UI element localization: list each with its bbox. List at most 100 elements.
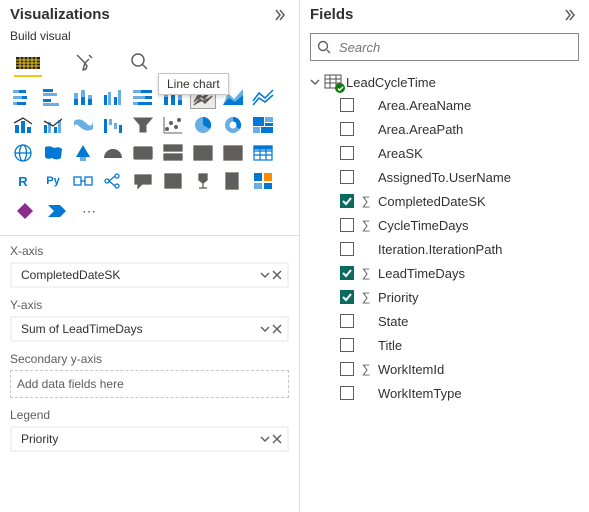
chevron-down-icon[interactable] [260, 434, 270, 444]
field-name: CompletedDateSK [378, 194, 486, 209]
remove-yaxis-icon[interactable] [272, 324, 282, 334]
field-row[interactable]: State [310, 309, 579, 333]
field-checkbox[interactable] [340, 266, 354, 280]
field-checkbox[interactable] [340, 242, 354, 256]
field-checkbox[interactable] [340, 290, 354, 304]
field-checkbox[interactable] [340, 386, 354, 400]
field-row[interactable]: Area.AreaName [310, 93, 579, 117]
yaxis-well[interactable]: Sum of LeadTimeDays [10, 316, 289, 342]
field-checkbox[interactable] [340, 194, 354, 208]
field-checkbox[interactable] [340, 98, 354, 112]
line-clustered-column-icon[interactable] [40, 113, 66, 137]
scatter-icon[interactable] [160, 113, 186, 137]
fields-search-box[interactable] [310, 33, 579, 61]
power-automate-icon[interactable] [44, 199, 70, 223]
narrative-icon[interactable] [160, 169, 186, 193]
secondary-yaxis-well[interactable]: Add data fields here [10, 370, 289, 398]
field-checkbox[interactable] [340, 146, 354, 160]
funnel-icon[interactable] [130, 113, 156, 137]
field-checkbox[interactable] [340, 170, 354, 184]
field-row[interactable]: ∑CycleTimeDays [310, 213, 579, 237]
field-row[interactable]: Area.AreaPath [310, 117, 579, 141]
clustered-column-icon[interactable] [100, 85, 126, 109]
chevron-down-icon[interactable] [260, 324, 270, 334]
legend-pill[interactable]: Priority [12, 428, 287, 450]
py-visual-icon[interactable]: Py [40, 169, 66, 193]
paginated-icon[interactable] [220, 169, 246, 193]
treemap-icon[interactable] [250, 113, 276, 137]
line-stacked-column-icon[interactable] [10, 113, 36, 137]
pie-icon[interactable] [190, 113, 216, 137]
analytics-tab[interactable] [126, 49, 154, 77]
field-name: Priority [378, 290, 418, 305]
r-visual-icon[interactable]: R [10, 169, 36, 193]
card-icon[interactable]: 123 [130, 141, 156, 165]
visualizations-pane: Visualizations Build visual Line chart [0, 0, 300, 512]
visualization-gallery: 123 R Py [10, 85, 289, 193]
azure-map-icon[interactable] [70, 141, 96, 165]
field-row[interactable]: Title [310, 333, 579, 357]
sigma-icon: ∑ [360, 290, 372, 304]
fields-pane-title: Fields [310, 6, 353, 23]
more-visuals-icon[interactable]: ⋯ [76, 199, 102, 223]
gauge-icon[interactable] [100, 141, 126, 165]
sigma-icon: ∑ [360, 266, 372, 280]
xaxis-well[interactable]: CompletedDateSK [10, 262, 289, 288]
stacked-area-icon[interactable] [250, 85, 276, 109]
clustered-bar-icon[interactable] [40, 85, 66, 109]
field-row[interactable]: AssignedTo.UserName [310, 165, 579, 189]
goals-icon[interactable] [190, 169, 216, 193]
stacked-bar-icon[interactable] [10, 85, 36, 109]
map-icon[interactable] [10, 141, 36, 165]
donut-icon[interactable] [220, 113, 246, 137]
viz-pane-title: Visualizations [10, 6, 110, 23]
build-visual-subtitle: Build visual [10, 29, 289, 43]
secondary-yaxis-section: Secondary y-axis Add data fields here [10, 352, 289, 398]
collapse-fields-icon[interactable] [563, 7, 579, 23]
legend-well[interactable]: Priority [10, 426, 289, 452]
field-checkbox[interactable] [340, 218, 354, 232]
legend-pill-text: Priority [21, 432, 58, 446]
build-tab[interactable] [14, 49, 42, 77]
key-influencers-icon[interactable] [70, 169, 96, 193]
filled-map-icon[interactable] [40, 141, 66, 165]
remove-xaxis-icon[interactable] [272, 270, 282, 280]
kpi-icon[interactable] [190, 141, 216, 165]
search-icon [317, 40, 331, 54]
app-source-icon[interactable] [250, 169, 276, 193]
field-row[interactable]: ∑ Priority [310, 285, 579, 309]
field-row[interactable]: ∑LeadTimeDays [310, 261, 579, 285]
waterfall-icon[interactable] [100, 113, 126, 137]
ribbon-chart-icon[interactable] [70, 113, 96, 137]
fields-search-input[interactable] [337, 39, 572, 56]
field-row[interactable]: ∑WorkItemId [310, 357, 579, 381]
field-row[interactable]: AreaSK [310, 141, 579, 165]
field-checkbox[interactable] [340, 362, 354, 376]
hundred-stacked-bar-icon[interactable] [130, 85, 156, 109]
decomposition-tree-icon[interactable] [100, 169, 126, 193]
slicer-icon[interactable] [220, 141, 246, 165]
field-checkbox[interactable] [340, 314, 354, 328]
legend-label: Legend [10, 408, 289, 422]
table-icon [324, 74, 342, 90]
field-row[interactable]: Iteration.IterationPath [310, 237, 579, 261]
stacked-column-icon[interactable] [70, 85, 96, 109]
qa-icon[interactable] [130, 169, 156, 193]
divider [0, 235, 299, 236]
field-checkbox[interactable] [340, 338, 354, 352]
field-row[interactable]: WorkItemType [310, 381, 579, 405]
table-node[interactable]: LeadCycleTime [310, 71, 579, 93]
chevron-down-icon[interactable] [260, 270, 270, 280]
remove-legend-icon[interactable] [272, 434, 282, 444]
format-tab[interactable] [70, 49, 98, 77]
field-name: Iteration.IterationPath [378, 242, 502, 257]
field-name: WorkItemType [378, 386, 462, 401]
field-row[interactable]: ∑CompletedDateSK [310, 189, 579, 213]
yaxis-pill[interactable]: Sum of LeadTimeDays [12, 318, 287, 340]
xaxis-pill[interactable]: CompletedDateSK [12, 264, 287, 286]
power-apps-icon[interactable] [12, 199, 38, 223]
collapse-viz-icon[interactable] [273, 7, 289, 23]
table-icon[interactable] [250, 141, 276, 165]
multirow-card-icon[interactable] [160, 141, 186, 165]
field-checkbox[interactable] [340, 122, 354, 136]
